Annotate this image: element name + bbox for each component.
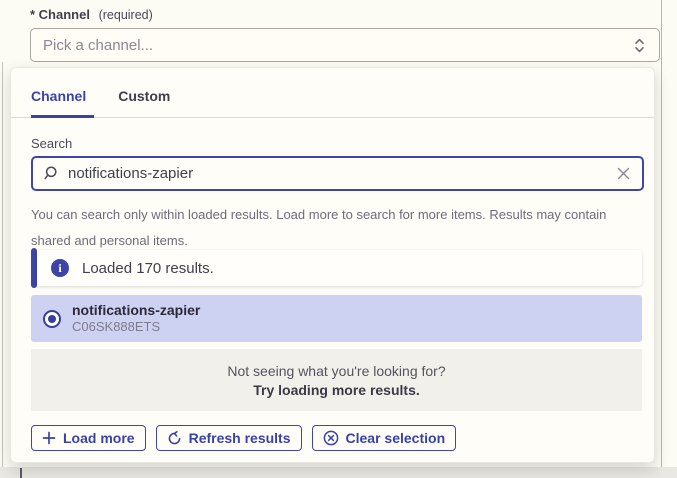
channel-option-text: notifications-zapier C06SK888ETS: [72, 302, 200, 335]
search-help-text: You can search only within loaded result…: [31, 202, 631, 254]
tab-channel[interactable]: Channel: [31, 88, 86, 117]
hint-line2: Try loading more results.: [253, 382, 420, 398]
channel-select[interactable]: Pick a channel...: [30, 28, 660, 62]
info-icon: i: [51, 259, 69, 277]
channel-field-label: * Channel (required): [30, 7, 153, 22]
channel-dropdown-panel: Channel Custom Search You can search onl…: [10, 67, 655, 463]
select-placeholder: Pick a channel...: [43, 37, 632, 54]
plus-icon: [42, 431, 56, 445]
clear-selection-button[interactable]: Clear selection: [312, 425, 457, 451]
load-more-button[interactable]: Load more: [31, 425, 146, 451]
load-more-hint: Not seeing what you're looking for? Try …: [31, 349, 642, 411]
search-input[interactable]: [68, 165, 607, 182]
refresh-results-label: Refresh results: [189, 430, 291, 446]
form-card-left-border: [2, 62, 3, 467]
channel-option-selected[interactable]: notifications-zapier C06SK888ETS: [31, 295, 642, 342]
search-field: [31, 156, 644, 191]
alert-body: i Loaded 170 results.: [37, 250, 642, 286]
channel-option-title: notifications-zapier: [72, 302, 200, 319]
refresh-results-button[interactable]: Refresh results: [156, 425, 302, 451]
dropdown-tabs: Channel Custom: [11, 68, 654, 118]
search-icon: [43, 165, 60, 182]
circle-x-icon: [323, 430, 339, 446]
clear-selection-label: Clear selection: [346, 430, 446, 446]
page-background-gap: [0, 467, 677, 478]
tab-custom[interactable]: Custom: [118, 88, 170, 117]
alert-text: Loaded 170 results.: [82, 260, 214, 277]
clear-search-icon[interactable]: [615, 165, 632, 182]
field-required-note: (required): [99, 8, 153, 22]
form-card-right-border: [661, 0, 662, 467]
refresh-icon: [167, 431, 182, 446]
field-label-text: * Channel: [30, 7, 90, 22]
search-label: Search: [31, 136, 72, 151]
select-chevron-icon: [632, 37, 647, 54]
channel-option-id: C06SK888ETS: [72, 319, 200, 335]
next-field-edge: [20, 468, 22, 478]
loaded-results-alert: i Loaded 170 results.: [31, 248, 642, 288]
hint-line1: Not seeing what you're looking for?: [227, 363, 445, 379]
dropdown-actions: Load more Refresh results Clear selectio…: [31, 425, 456, 451]
load-more-label: Load more: [63, 430, 135, 446]
radio-selected-icon[interactable]: [43, 310, 61, 328]
